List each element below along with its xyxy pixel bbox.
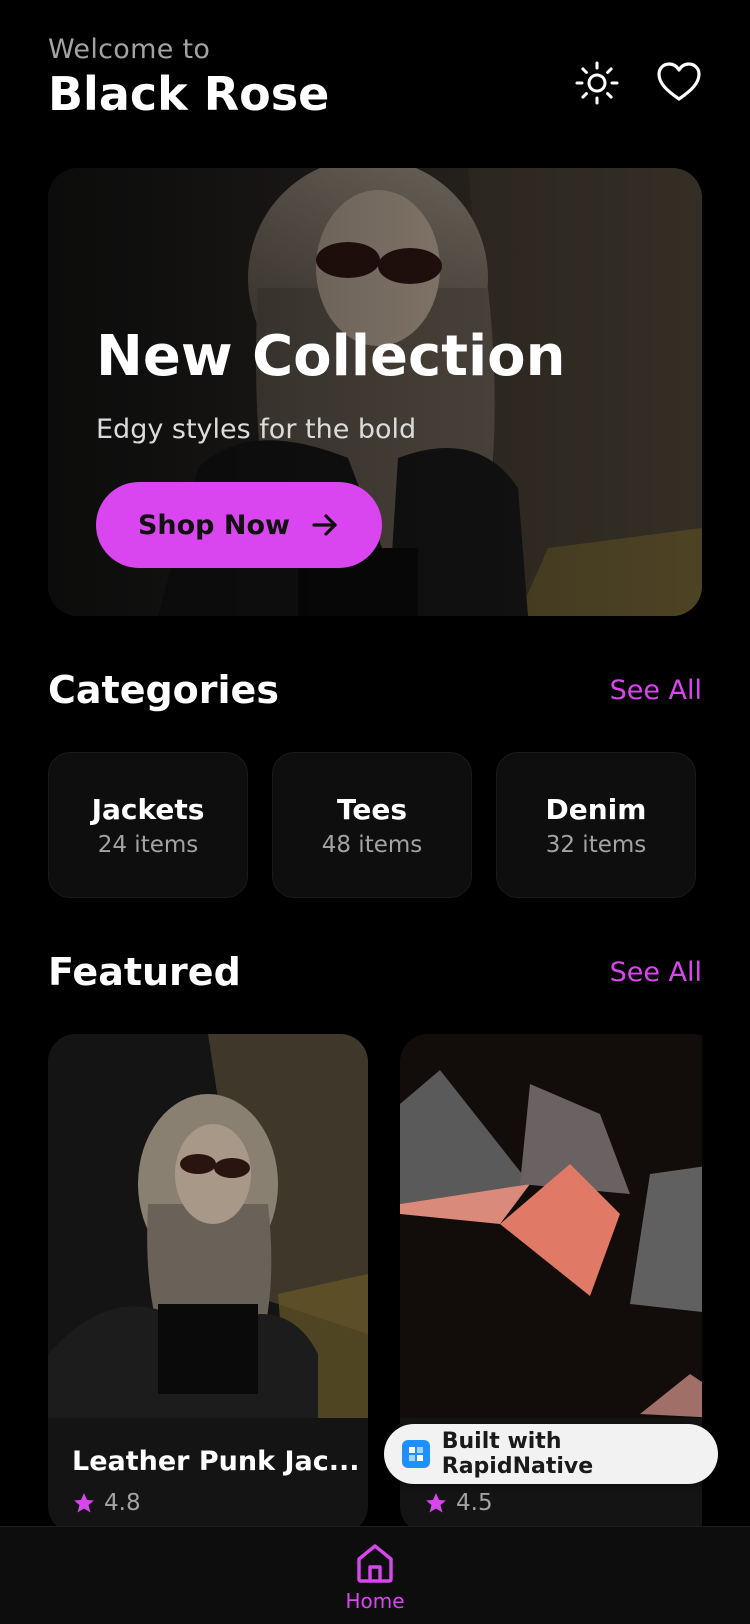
featured-title: Featured <box>48 950 241 994</box>
category-card-denim[interactable]: Denim 32 items <box>496 752 696 898</box>
shop-now-label: Shop Now <box>137 509 291 541</box>
product-rating: 4.5 <box>424 1490 493 1516</box>
header: Welcome to Black Rose <box>48 34 702 134</box>
rating-value: 4.8 <box>104 1490 141 1516</box>
bottom-tab-bar: Home <box>0 1526 750 1624</box>
categories-title: Categories <box>48 668 279 712</box>
category-card-tees[interactable]: Tees 48 items <box>272 752 472 898</box>
sun-icon[interactable] <box>574 60 620 106</box>
badge-label: Built with RapidNative <box>441 1429 594 1479</box>
heart-icon[interactable] <box>656 60 702 106</box>
arrow-right-icon <box>312 514 337 536</box>
rapidnative-logo-icon <box>402 1440 430 1468</box>
product-rating: 4.8 <box>72 1490 141 1516</box>
hero-banner[interactable]: New Collection Edgy styles for the bold … <box>48 168 702 616</box>
built-with-badge[interactable]: Built with RapidNative <box>384 1424 718 1484</box>
hero-title: New Collection <box>96 324 566 389</box>
category-name: Tees <box>336 792 408 826</box>
category-count: 48 items <box>321 831 423 858</box>
tab-home[interactable]: Home <box>345 1541 405 1613</box>
tab-home-label: Home <box>345 1589 405 1613</box>
star-icon <box>74 1493 94 1513</box>
shop-now-button[interactable]: Shop Now <box>96 482 382 568</box>
product-image <box>48 1034 368 1418</box>
category-name: Jackets <box>91 792 205 826</box>
rating-value: 4.5 <box>456 1490 493 1516</box>
category-count: 32 items <box>545 831 647 858</box>
category-card-jackets[interactable]: Jackets 24 items <box>48 752 248 898</box>
featured-header: Featured See All <box>48 950 702 994</box>
featured-see-all-link[interactable]: See All <box>610 957 702 988</box>
category-list: Jackets 24 items Tees 48 items Denim 32 … <box>48 752 696 898</box>
product-name: Leather Punk Jac... <box>72 1446 360 1477</box>
categories-header: Categories See All <box>48 668 702 712</box>
product-image <box>400 1034 702 1418</box>
category-count: 24 items <box>97 831 199 858</box>
categories-see-all-link[interactable]: See All <box>610 675 702 706</box>
product-card[interactable]: Leather Punk Jac... 4.8 <box>48 1034 368 1526</box>
hero-subtitle: Edgy styles for the bold <box>96 414 417 445</box>
category-name: Denim <box>545 792 647 826</box>
home-icon <box>357 1544 393 1583</box>
header-actions <box>574 60 702 106</box>
star-icon <box>426 1493 446 1513</box>
